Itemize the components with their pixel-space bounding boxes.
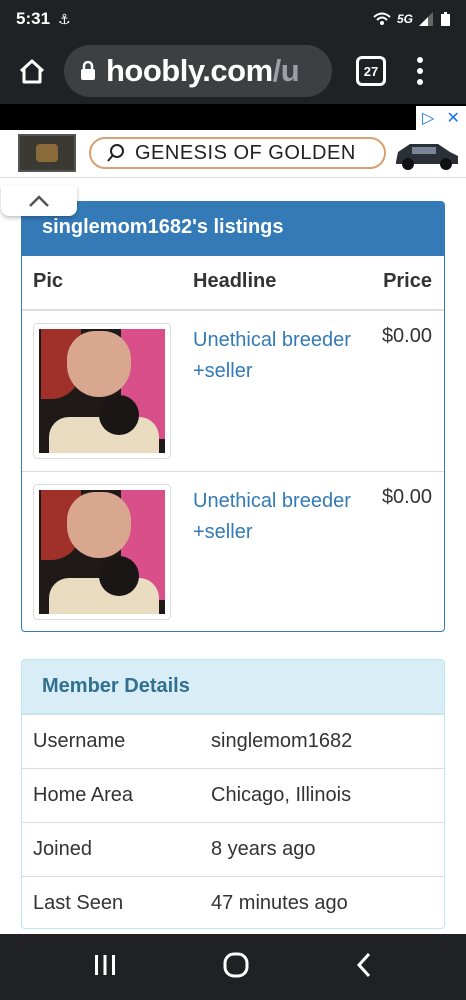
address-bar[interactable]: hoobly.com/u bbox=[64, 45, 332, 97]
ad-search-pill[interactable]: GENESIS OF GOLDEN bbox=[89, 137, 386, 169]
status-bar: 5:31 ⚓ 5G bbox=[0, 0, 466, 38]
detail-label: Joined bbox=[33, 838, 92, 860]
detail-value: 47 minutes ago bbox=[211, 892, 348, 914]
listing-thumbnail[interactable] bbox=[33, 484, 171, 620]
column-pic: Pic bbox=[33, 270, 64, 292]
member-details-panel: Member Details Username singlemom1682 Ho… bbox=[21, 659, 445, 929]
signal-icon bbox=[419, 12, 433, 26]
ad-banner[interactable]: GENESIS OF GOLDEN bbox=[0, 130, 466, 178]
listings-title: singlemom1682's listings bbox=[22, 202, 444, 256]
detail-row-username: Username singlemom1682 bbox=[22, 714, 444, 768]
recent-apps-button[interactable] bbox=[93, 954, 117, 981]
detail-row-home-area: Home Area Chicago, Illinois bbox=[22, 768, 444, 822]
url-text: hoobly.com/u bbox=[106, 53, 300, 89]
status-icons: 5G bbox=[373, 12, 450, 26]
overflow-menu-button[interactable] bbox=[414, 57, 426, 85]
detail-value: Chicago, Illinois bbox=[211, 784, 352, 806]
table-row: Unethical breeder +seller $0.00 bbox=[22, 311, 444, 471]
column-headline: Headline bbox=[193, 270, 277, 292]
browser-toolbar: hoobly.com/u 27 bbox=[0, 38, 466, 104]
url-path: /u bbox=[272, 53, 300, 88]
detail-label: Username bbox=[33, 730, 126, 752]
car-image bbox=[396, 144, 458, 170]
home-nav-button[interactable] bbox=[222, 951, 250, 984]
detail-row-joined: Joined 8 years ago bbox=[22, 822, 444, 876]
detail-label: Home Area bbox=[33, 784, 134, 806]
listing-price: $0.00 bbox=[381, 486, 432, 508]
system-nav-bar bbox=[0, 934, 466, 1000]
member-details-title: Member Details bbox=[22, 660, 444, 714]
detail-value: singlemom1682 bbox=[211, 730, 353, 752]
back-button[interactable] bbox=[355, 952, 373, 983]
listings-panel: singlemom1682's listings Pic Headline Pr… bbox=[21, 201, 445, 632]
ad-close-icon[interactable]: ✕ bbox=[447, 108, 460, 128]
detail-label: Last Seen bbox=[33, 892, 124, 914]
chevron-up-icon bbox=[29, 195, 49, 207]
detail-value: 8 years ago bbox=[211, 838, 316, 860]
table-row: Unethical breeder +seller $0.00 bbox=[22, 471, 444, 631]
battery-icon bbox=[441, 12, 450, 26]
ad-thumbnail bbox=[18, 134, 76, 172]
listing-thumbnail[interactable] bbox=[33, 323, 171, 459]
home-circle-icon bbox=[223, 952, 249, 977]
ad-controls[interactable]: ▷ ✕ bbox=[416, 106, 466, 130]
collapse-ad-button[interactable] bbox=[1, 186, 77, 216]
home-button[interactable] bbox=[0, 38, 64, 104]
listing-headline-link[interactable]: Unethical breeder +seller bbox=[193, 486, 353, 548]
tab-switcher-button[interactable]: 27 bbox=[356, 56, 386, 86]
listing-price: $0.00 bbox=[381, 325, 432, 347]
ad-strip: ▷ ✕ bbox=[0, 104, 466, 130]
status-time: 5:31 bbox=[16, 9, 51, 28]
listings-table-header: Pic Headline Price bbox=[22, 256, 444, 311]
network-type: 5G bbox=[396, 12, 413, 26]
url-domain: hoobly.com bbox=[106, 53, 273, 88]
home-icon bbox=[19, 59, 45, 84]
notification-icon: ⚓ bbox=[58, 10, 71, 27]
detail-row-last-seen: Last Seen 47 minutes ago bbox=[22, 876, 444, 928]
wifi-icon bbox=[373, 12, 391, 25]
recent-apps-icon bbox=[94, 954, 115, 975]
ad-choices-icon[interactable]: ▷ bbox=[422, 108, 434, 128]
back-icon bbox=[357, 952, 371, 977]
ad-search-label: GENESIS OF GOLDEN bbox=[135, 141, 356, 164]
column-price: Price bbox=[383, 270, 432, 292]
lock-icon bbox=[81, 61, 95, 80]
listing-headline-link[interactable]: Unethical breeder +seller bbox=[193, 325, 353, 387]
search-icon bbox=[107, 144, 124, 162]
